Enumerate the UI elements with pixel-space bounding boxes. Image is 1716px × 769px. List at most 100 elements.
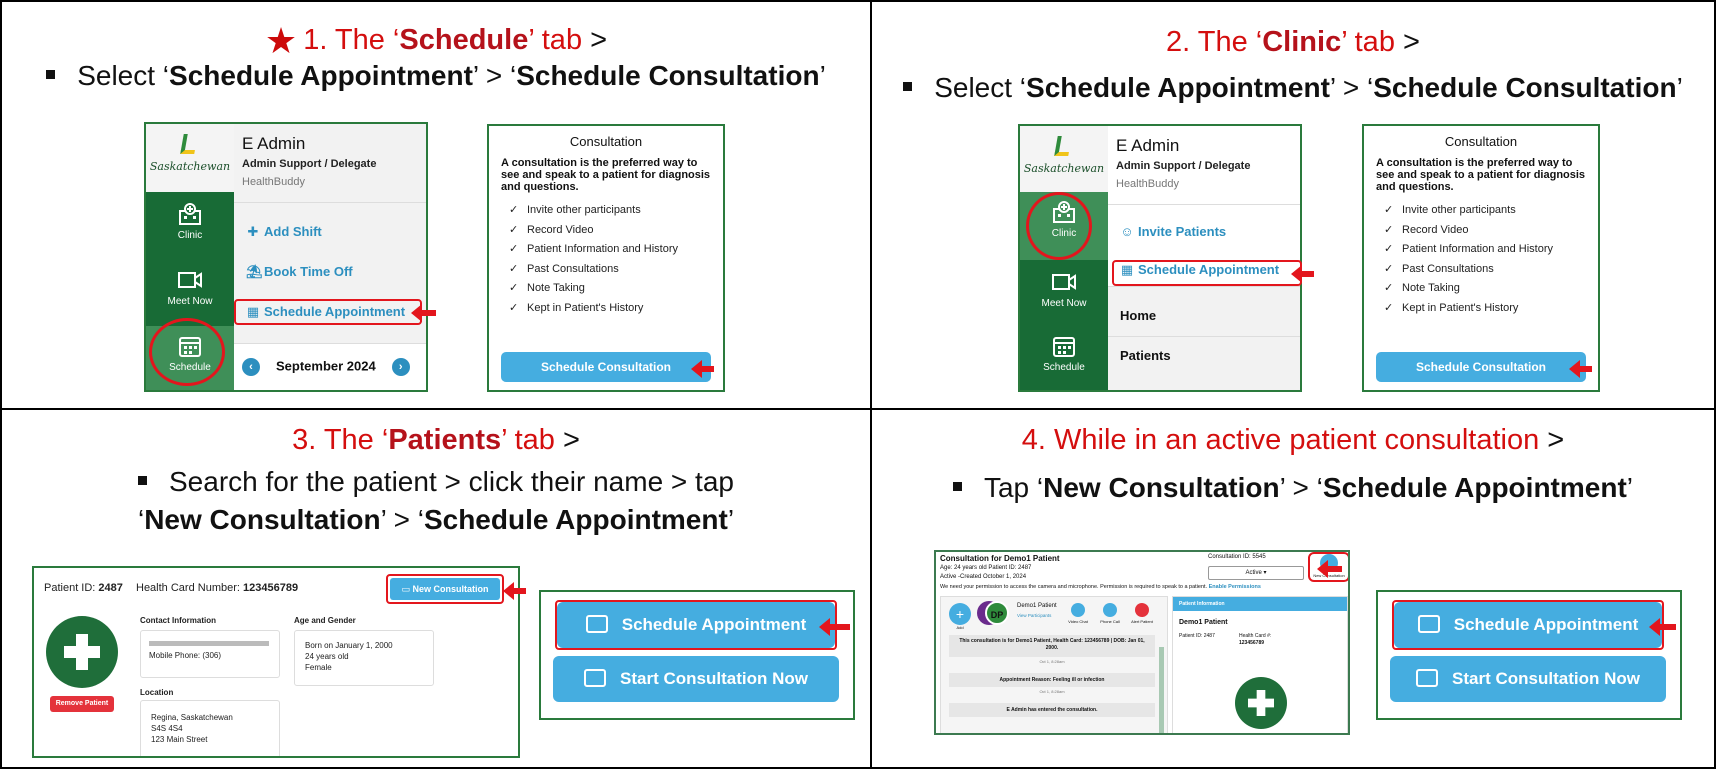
panel-4-instruction: Tap ‘New Consultation’ > ‘Schedule Appoi… — [872, 472, 1714, 504]
permission-banner: We need your permission to access the ca… — [940, 584, 1261, 590]
nav-schedule[interactable]: Schedule — [1020, 326, 1108, 388]
chat-icon — [1416, 669, 1439, 687]
pointer-arrow — [503, 582, 526, 600]
feature-list: ✓ Invite other participants ✓ Record Video… — [509, 203, 723, 320]
panel-3-heading: 3. The ‘Patients’ tab > — [292, 424, 580, 456]
city: Regina, Saskatchewan — [151, 713, 233, 722]
patient-info-header: Patient Information — [1173, 597, 1347, 611]
next-month-button[interactable]: › — [391, 358, 410, 376]
add-shift-link[interactable]: ✚ Add Shift — [246, 224, 322, 240]
panel-schedule-tab: ★ 1. The ‘Schedule’ tab > Select ‘Schedul… — [0, 0, 872, 410]
nav-meet-now[interactable]: Meet Now — [1020, 262, 1108, 324]
chat-message: Appointment Reason: Feeling ill or infec… — [949, 673, 1155, 687]
contact-label: Contact Information — [140, 616, 216, 625]
video-camera-icon — [178, 272, 202, 288]
check-icon: ✓ — [1384, 243, 1394, 255]
patient-info-hc-label: Health Card #: — [1239, 633, 1272, 639]
feature-item: ✓ Record Video — [1384, 223, 1469, 236]
chat-icon — [584, 669, 607, 687]
chat-message: This consultation is for Demo1 Patient, … — [949, 635, 1155, 657]
phone-call-label: Phone Call — [1100, 619, 1120, 624]
street: 123 Main Street — [151, 735, 208, 744]
video-chat-label: Video Chat — [1068, 619, 1088, 624]
saskatchewan-logo: Saskatchewan — [146, 124, 234, 192]
highlight-box — [234, 299, 422, 325]
panel-1-heading: ★ 1. The ‘Schedule’ tab > — [264, 20, 608, 61]
highlight-box — [386, 574, 504, 604]
check-icon: ✓ — [1384, 262, 1394, 275]
feature-item: ✓ Record Video — [509, 223, 594, 236]
alert-patient-label: Alert Patient — [1131, 619, 1153, 624]
start-consultation-now-button[interactable]: Start Consultation Now — [1390, 656, 1666, 702]
location-label: Location — [140, 688, 174, 697]
patient-info-name: Demo1 Patient — [1179, 619, 1228, 626]
panel-1-instruction: Select ‘Schedule Appointment’ > ‘Schedul… — [2, 60, 870, 92]
add-participant-button[interactable]: + — [949, 603, 971, 625]
pointer-arrow — [819, 618, 850, 636]
check-icon: ✓ — [509, 301, 519, 314]
highlight-box — [1112, 260, 1302, 286]
calendar-header: ‹ September 2024 › — [242, 358, 426, 376]
consultation-card: Consultation A consultation is the prefe… — [1362, 124, 1600, 392]
highlight-box — [555, 600, 837, 650]
home-link[interactable]: Home — [1120, 308, 1156, 323]
book-time-off-link[interactable]: ⛱Book Time Off — [246, 264, 353, 280]
mobile-phone: Mobile Phone: (306) — [149, 651, 222, 660]
alert-patient-button[interactable] — [1135, 603, 1149, 617]
panel-active-consultation: 4. While in an active patient consultati… — [870, 408, 1716, 769]
chat-timestamp: Oct 1, 8:28am — [1039, 689, 1065, 694]
pointer-arrow — [1569, 360, 1592, 378]
feature-item: ✓ Past Consultations — [1384, 262, 1494, 275]
consultation-sub1: Age: 24 years old Patient ID: 2487 — [940, 565, 1032, 571]
video-chat-button[interactable] — [1071, 603, 1085, 617]
patient-info-id: Patient ID: 2487 — [1179, 633, 1215, 639]
check-icon: ✓ — [509, 262, 519, 275]
pointer-arrow — [1649, 618, 1676, 636]
scrollbar[interactable] — [1159, 647, 1164, 733]
patient-info-pane: Patient Information Demo1 Patient Patien… — [1172, 596, 1348, 733]
invite-patients-link[interactable]: ☺ Invite Patients — [1120, 224, 1226, 239]
phone-call-button[interactable] — [1103, 603, 1117, 617]
start-consultation-now-button[interactable]: Start Consultation Now — [553, 656, 839, 702]
nav-clinic[interactable]: Clinic — [146, 194, 234, 256]
calendar-icon — [1053, 337, 1075, 357]
schedule-consultation-button[interactable]: Schedule Consultation — [501, 352, 711, 382]
remove-patient-button[interactable]: Remove Patient — [50, 696, 114, 712]
feature-item: ✓ Patient Information and History — [1384, 243, 1554, 255]
avatar-initials: DP — [985, 601, 1009, 625]
schedule-consultation-button[interactable]: Schedule Consultation — [1376, 352, 1586, 382]
chat-timestamp: Oct 1, 8:28am — [1039, 659, 1065, 664]
highlight-box — [1392, 600, 1664, 650]
enable-permissions-link[interactable]: Enable Permissions — [1209, 584, 1261, 590]
user-icon: ☺ — [1120, 224, 1134, 239]
star-icon: ★ — [264, 20, 298, 61]
age-gender-label: Age and Gender — [294, 616, 356, 625]
panel-2-instruction: Select ‘Schedule Appointment’ > ‘Schedul… — [872, 72, 1714, 104]
born-date: Born on January 1, 2000 — [305, 641, 393, 650]
medical-cross-icon — [1248, 690, 1274, 716]
check-icon: ✓ — [509, 204, 519, 216]
location-card: Regina, Saskatchewan S4S 4S4 123 Main St… — [140, 700, 280, 756]
video-camera-icon — [1052, 274, 1076, 290]
panel-clinic-tab: 2. The ‘Clinic’ tab > Select ‘Schedule A… — [870, 0, 1716, 410]
pointer-arrow — [411, 304, 436, 322]
patients-link[interactable]: Patients — [1120, 348, 1171, 363]
view-participants-link[interactable]: View Participants — [1017, 613, 1051, 618]
feature-item: ✓ Kept in Patient's History — [1384, 301, 1519, 314]
consultation-card: Consultation A consultation is the prefe… — [487, 124, 725, 392]
consultation-title: Consultation for Demo1 Patient — [940, 554, 1060, 563]
avatar — [1235, 677, 1287, 729]
panel-3-instruction-line2: ‘New Consultation’ > ‘Schedule Appointme… — [137, 504, 735, 535]
postal-code: S4S 4S4 — [151, 724, 183, 733]
check-icon: ✓ — [1384, 301, 1394, 314]
prev-month-button[interactable]: ‹ — [242, 358, 260, 376]
participant-name: Demo1 Patient — [1017, 603, 1057, 609]
avatar — [46, 616, 118, 688]
check-icon: ✓ — [1384, 223, 1394, 236]
redacted-line — [149, 641, 269, 646]
status-dropdown[interactable]: Active ▾ — [1208, 566, 1304, 580]
consultation-actions-card: Schedule Appointment Start Consultation … — [1376, 590, 1682, 720]
feature-item: ✓ Past Consultations — [509, 262, 619, 275]
nav-meet-now[interactable]: Meet Now — [146, 260, 234, 322]
gender: Female — [305, 663, 332, 672]
